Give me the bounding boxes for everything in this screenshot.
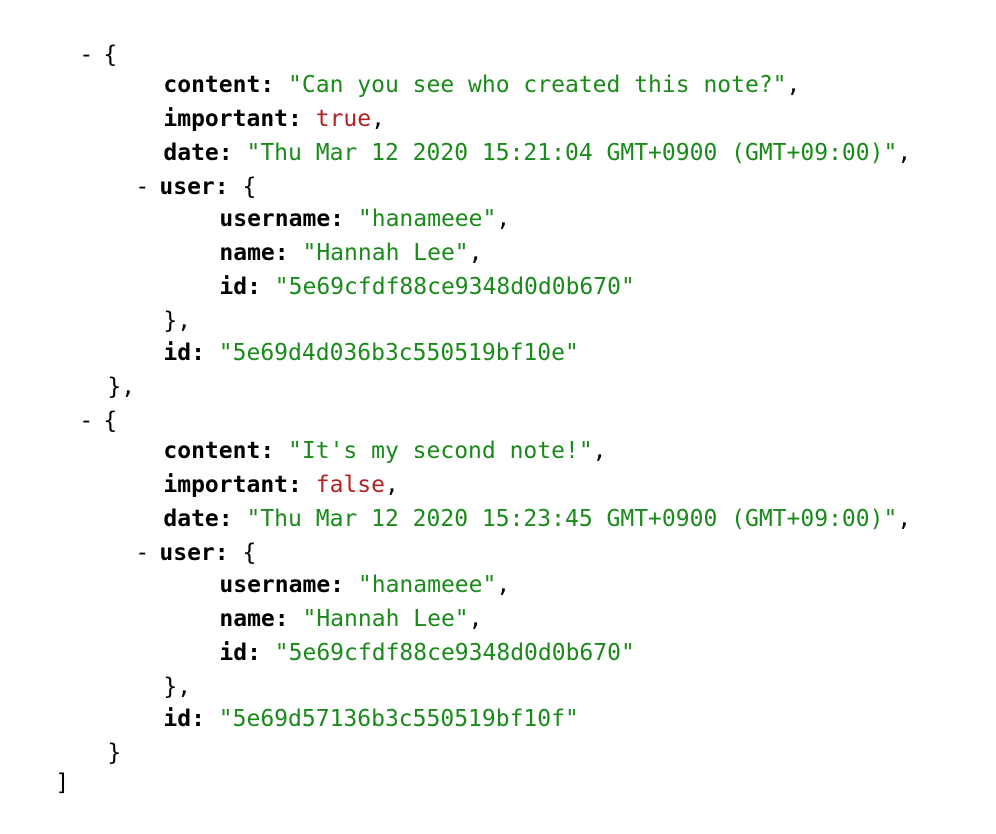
- value-user-id: "5e69cfdf88ce9348d0d0b670": [274, 640, 635, 666]
- note-1-user-close: },: [163, 674, 192, 700]
- collapse-toggle[interactable]: -: [135, 536, 159, 570]
- note-1-open-line: -{: [24, 370, 117, 434]
- note-1-id-row: id: "5e69d57136b3c550519bf10f": [163, 706, 579, 732]
- note-0-user-open: - user: {: [80, 136, 256, 200]
- key-user-id: id: [219, 274, 248, 300]
- note-1-user-open: - user: {: [80, 502, 256, 566]
- note-0-username-row: username: "hanameee",: [219, 206, 511, 232]
- note-1-close-line: }: [107, 740, 122, 766]
- key-id: id: [163, 340, 192, 366]
- note-0-user-close: },: [163, 308, 192, 334]
- collapse-toggle[interactable]: -: [135, 170, 159, 204]
- note-0-date-row: date: "Thu Mar 12 2020 15:21:04 GMT+0900…: [163, 140, 912, 166]
- value-user-id: "5e69cfdf88ce9348d0d0b670": [274, 274, 635, 300]
- collapse-toggle[interactable]: -: [79, 404, 103, 438]
- value-id: "5e69d4d036b3c550519bf10e": [218, 340, 579, 366]
- note-0-user-id-row: id: "5e69cfdf88ce9348d0d0b670": [219, 274, 635, 300]
- note-1-date-row: date: "Thu Mar 12 2020 15:23:45 GMT+0900…: [163, 506, 912, 532]
- note-0-open-line: -{: [24, 4, 117, 68]
- note-1-user-id-row: id: "5e69cfdf88ce9348d0d0b670": [219, 640, 635, 666]
- note-0-close-line: },: [107, 374, 136, 400]
- value-date: "Thu Mar 12 2020 15:23:45 GMT+0900 (GMT+…: [246, 506, 898, 532]
- note-0-content-row: content: "Can you see who created this n…: [163, 72, 801, 98]
- collapse-toggle[interactable]: -: [79, 38, 103, 72]
- value-date: "Thu Mar 12 2020 15:21:04 GMT+0900 (GMT+…: [246, 140, 898, 166]
- note-0-important-row: important: true,: [163, 106, 385, 132]
- json-viewer: -{ content: "Can you see who created thi…: [0, 0, 996, 796]
- value-id: "5e69d57136b3c550519bf10f": [218, 706, 579, 732]
- key-user-id: id: [219, 640, 248, 666]
- note-1-important-row: important: false,: [163, 472, 399, 498]
- key-id: id: [163, 706, 192, 732]
- array-close-line: ]: [55, 770, 70, 796]
- note-1-name-row: name: "Hannah Lee",: [219, 606, 483, 632]
- note-1-username-row: username: "hanameee",: [219, 572, 511, 598]
- note-0-id-row: id: "5e69d4d036b3c550519bf10e": [163, 340, 579, 366]
- note-1-content-row: content: "It's my second note!",: [163, 438, 607, 464]
- note-0-name-row: name: "Hannah Lee",: [219, 240, 483, 266]
